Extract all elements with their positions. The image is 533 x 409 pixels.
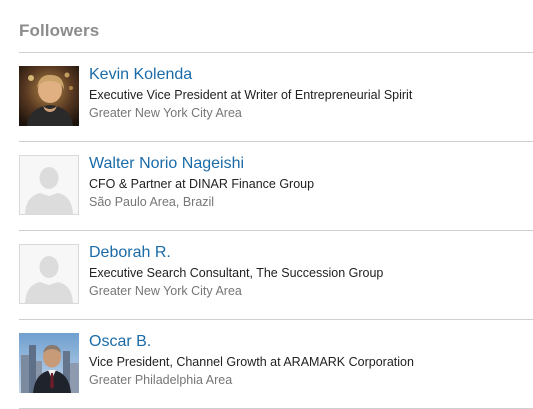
profile-photo-icon: [19, 66, 79, 126]
follower-info: Deborah R. Executive Search Consultant, …: [89, 243, 383, 299]
follower-headline: Executive Search Consultant, The Success…: [89, 266, 384, 280]
list-item: Kevin Kolenda Executive Vice President a…: [19, 66, 533, 126]
avatar[interactable]: [19, 244, 79, 304]
divider: [19, 52, 533, 53]
list-item: Deborah R. Executive Search Consultant, …: [19, 244, 533, 304]
follower-name-link[interactable]: Oscar B.: [89, 332, 414, 352]
follower-headline: Vice President, Channel Growth at ARAMAR…: [89, 355, 414, 369]
follower-headline: CFO & Partner at DINAR Finance Group: [89, 177, 315, 191]
follower-name-link[interactable]: Walter Norio Nageishi: [89, 154, 314, 174]
follower-name-link[interactable]: Deborah R.: [89, 243, 383, 263]
avatar[interactable]: [19, 66, 79, 126]
panel-title: Followers: [19, 21, 100, 40]
follower-info: Kevin Kolenda Executive Vice President a…: [89, 65, 412, 121]
list-item: Walter Norio Nageishi CFO & Partner at D…: [19, 155, 533, 215]
follower-location: Greater Philadelphia Area: [89, 373, 233, 387]
divider: [19, 141, 533, 142]
follower-location: Greater New York City Area: [89, 284, 242, 298]
follower-name-link[interactable]: Kevin Kolenda: [89, 65, 412, 85]
avatar[interactable]: [19, 155, 79, 215]
avatar[interactable]: [19, 333, 79, 393]
list-item: Oscar B. Vice President, Channel Growth …: [19, 333, 533, 393]
divider: [19, 319, 533, 320]
profile-photo-icon: [19, 333, 79, 393]
default-person-icon: [20, 245, 78, 303]
follower-info: Oscar B. Vice President, Channel Growth …: [89, 332, 414, 388]
follower-info: Walter Norio Nageishi CFO & Partner at D…: [89, 154, 314, 210]
default-person-icon: [20, 156, 78, 214]
follower-headline: Executive Vice President at Writer of En…: [89, 88, 413, 102]
follower-location: Greater New York City Area: [89, 106, 242, 120]
follower-location: São Paulo Area, Brazil: [89, 195, 215, 209]
divider: [19, 230, 533, 231]
